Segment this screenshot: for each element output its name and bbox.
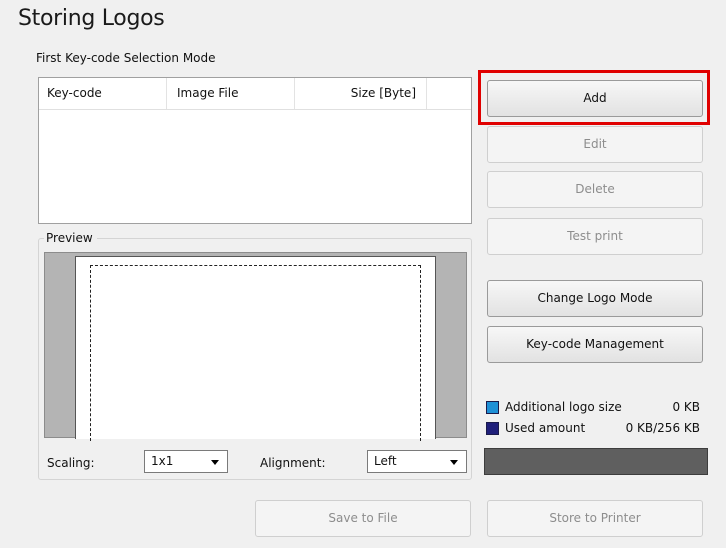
save-to-file-button[interactable]: Save to File bbox=[255, 500, 471, 537]
store-to-printer-button[interactable]: Store to Printer bbox=[487, 500, 703, 537]
scaling-select[interactable]: 1x1 bbox=[144, 450, 228, 473]
keycode-management-button[interactable]: Key-code Management bbox=[487, 326, 703, 363]
used-amount-swatch bbox=[486, 422, 499, 435]
column-header-size[interactable]: Size [Byte] bbox=[295, 78, 427, 109]
alignment-label: Alignment: bbox=[260, 456, 326, 470]
page-title: Storing Logos bbox=[18, 6, 165, 31]
delete-button[interactable]: Delete bbox=[487, 171, 703, 208]
list-header: Key-code Image File Size [Byte] bbox=[39, 78, 471, 110]
paper-preview bbox=[75, 256, 436, 441]
mode-label: First Key-code Selection Mode bbox=[36, 51, 216, 65]
test-print-button[interactable]: Test print bbox=[487, 218, 703, 255]
chevron-down-icon bbox=[450, 460, 458, 465]
preview-canvas bbox=[44, 252, 467, 441]
edit-button[interactable]: Edit bbox=[487, 126, 703, 163]
column-header-image-file[interactable]: Image File bbox=[167, 78, 295, 109]
highlight-frame bbox=[478, 70, 710, 125]
alignment-select[interactable]: Left bbox=[367, 450, 467, 473]
additional-size-swatch bbox=[486, 401, 499, 414]
memory-usage-bar bbox=[484, 448, 708, 475]
used-amount-value: 0 KB/256 KB bbox=[625, 421, 700, 435]
logo-list[interactable]: Key-code Image File Size [Byte] bbox=[38, 77, 472, 224]
scaling-value: 1x1 bbox=[151, 454, 174, 468]
print-area-outline bbox=[90, 265, 421, 441]
additional-size-value: 0 KB bbox=[672, 400, 700, 414]
chevron-down-icon bbox=[211, 460, 219, 465]
column-header-keycode[interactable]: Key-code bbox=[39, 78, 167, 109]
preview-legend: Preview bbox=[44, 231, 97, 245]
alignment-value: Left bbox=[374, 454, 397, 468]
scaling-label: Scaling: bbox=[47, 456, 95, 470]
change-logo-mode-button[interactable]: Change Logo Mode bbox=[487, 280, 703, 317]
